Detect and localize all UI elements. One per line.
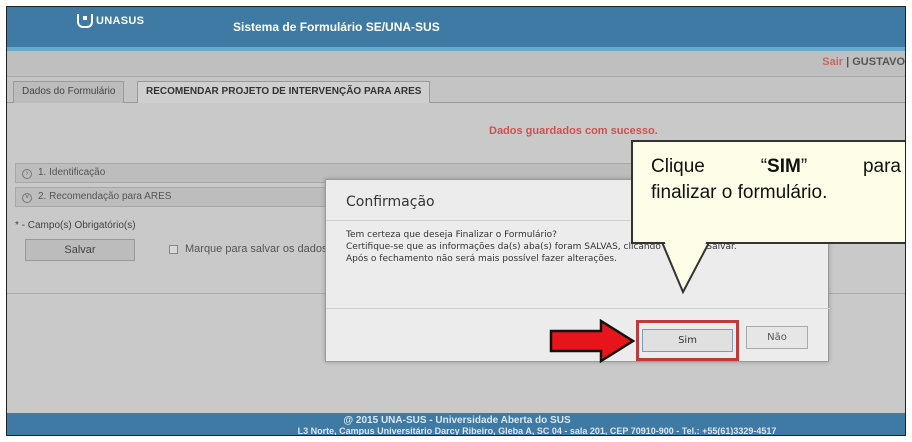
dialog-title: Confirmação: [346, 194, 435, 210]
sim-highlight: Sim: [636, 320, 739, 361]
callout-text: Clique “SIM” para finalizar o formulário…: [651, 154, 901, 206]
section-label: 2. Recomendação para ARES: [38, 191, 172, 202]
save-checkbox[interactable]: [169, 245, 178, 254]
footer-copyright: @ 2015 UNA-SUS - Universidade Aberta do …: [343, 415, 571, 426]
collapse-icon: ˅: [22, 193, 32, 203]
dialog-line: Após o fechamento não será mais possível…: [346, 254, 617, 264]
tab-recomendar-projeto[interactable]: RECOMENDAR PROJETO DE INTERVENÇÃO PARA A…: [137, 81, 431, 103]
unasus-logo-icon: [77, 14, 93, 28]
app-header: UNASUS Sistema de Formulário SE/UNA-SUS: [7, 7, 905, 47]
user-bar: Sair | GUSTAVO: [7, 51, 905, 77]
system-title: Sistema de Formulário SE/UNA-SUS: [233, 20, 440, 34]
required-note: * - Campo(s) Obrigatório(s): [15, 220, 136, 231]
right-arrow-icon: [549, 319, 635, 363]
app-footer: @ 2015 UNA-SUS - Universidade Aberta do …: [7, 413, 905, 436]
callout-emphasis-group: “SIM”: [761, 154, 807, 180]
unasus-logo: UNASUS: [77, 14, 144, 28]
section-label: 1. Identificação: [38, 167, 106, 178]
nao-button[interactable]: Não: [746, 326, 808, 349]
sim-button[interactable]: Sim: [642, 329, 733, 352]
expand-icon: ›: [22, 169, 32, 179]
user-links: Sair | GUSTAVO: [822, 56, 905, 68]
logout-link[interactable]: Sair: [822, 56, 843, 68]
callout-word: para: [862, 156, 901, 177]
screenshot-frame: UNASUS Sistema de Formulário SE/UNA-SUS …: [6, 6, 906, 436]
user-separator: |: [843, 56, 853, 68]
save-button[interactable]: Salvar: [25, 239, 135, 261]
footer-address: L3 Norte, Campus Universitário Darcy Rib…: [297, 426, 777, 436]
success-message: Dados guardados com sucesso.: [489, 125, 658, 137]
callout-emphasis: SIM: [767, 156, 801, 177]
tab-bar: Dados do Formulário RECOMENDAR PROJETO D…: [7, 77, 905, 103]
logo-text: UNASUS: [96, 15, 145, 27]
instruction-callout: Clique “SIM” para finalizar o formulário…: [631, 140, 905, 244]
dialog-divider: [326, 308, 830, 309]
checkbox-label: Marque para salvar os dados: [185, 243, 328, 255]
callout-word: Clique: [651, 156, 705, 177]
tab-dados-formulario[interactable]: Dados do Formulário: [13, 81, 125, 103]
callout-quote: ”: [800, 156, 808, 177]
callout-line: finalizar o formulário.: [651, 182, 828, 203]
user-name: GUSTAVO: [852, 56, 905, 68]
